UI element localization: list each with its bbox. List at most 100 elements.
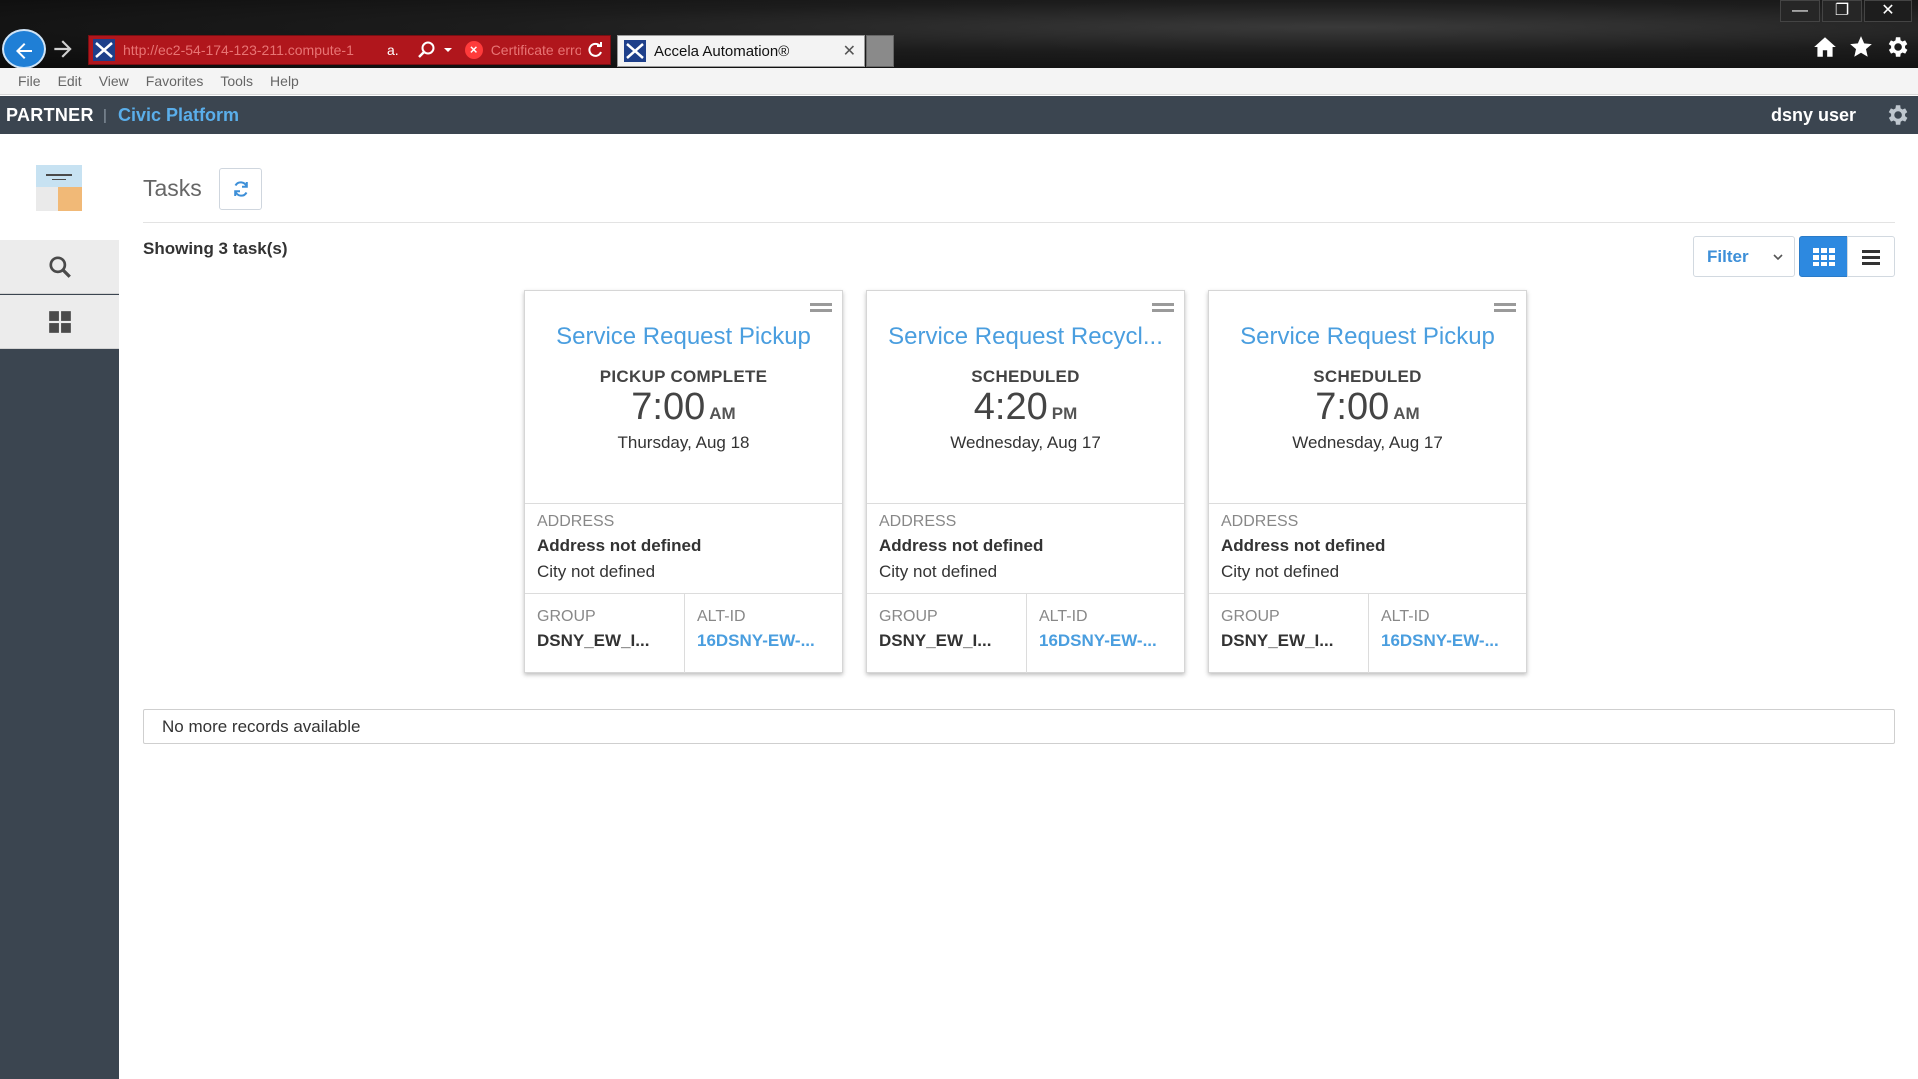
certificate-error-text[interactable]: Certificate error bbox=[491, 42, 581, 58]
card-column-divider bbox=[1026, 593, 1027, 673]
accela-favicon-icon bbox=[93, 39, 115, 61]
arrow-left-icon bbox=[16, 43, 32, 59]
refresh-icon bbox=[233, 181, 248, 197]
card-address: Address not defined bbox=[879, 536, 1044, 555]
window-controls: — ❐ ✕ bbox=[1780, 0, 1912, 24]
chevron-down-icon[interactable] bbox=[441, 43, 455, 57]
user-menu[interactable]: dsny user bbox=[1771, 105, 1856, 126]
sidebar-search-button[interactable] bbox=[0, 240, 119, 294]
card-menu-icon[interactable] bbox=[1152, 303, 1174, 313]
sidebar-apps-button[interactable] bbox=[0, 295, 119, 349]
card-status: PICKUP COMPLETE bbox=[599, 367, 768, 386]
card-city: City not defined bbox=[537, 562, 656, 581]
title-divider bbox=[143, 222, 1895, 223]
card-group: DSNY_EW_I... bbox=[879, 631, 992, 650]
search-icon[interactable] bbox=[417, 40, 437, 60]
task-card[interactable]: Service Request Pickup PICKUP COMPLETE 7… bbox=[524, 290, 843, 673]
card-time: 7:00 AM bbox=[525, 386, 842, 429]
card-group: DSNY_EW_I... bbox=[537, 631, 650, 650]
card-time-value: 7:00 bbox=[631, 386, 706, 428]
sidebar bbox=[0, 134, 119, 1079]
grid-view-toggle[interactable] bbox=[1799, 236, 1848, 277]
card-menu-icon[interactable] bbox=[1494, 303, 1516, 313]
menu-view[interactable]: View bbox=[99, 73, 129, 89]
browser-toolbar-icons bbox=[1812, 34, 1910, 60]
card-address-label: ADDRESS bbox=[1221, 513, 1299, 530]
card-address-label: ADDRESS bbox=[879, 513, 957, 530]
card-address-label: ADDRESS bbox=[537, 513, 615, 530]
forward-button[interactable] bbox=[50, 36, 80, 62]
grid-icon bbox=[48, 310, 71, 333]
gear-icon[interactable] bbox=[1884, 34, 1910, 60]
card-time-ampm: AM bbox=[709, 404, 736, 423]
card-alt-id-label: ALT-ID bbox=[697, 608, 746, 625]
grid-view-icon bbox=[1812, 247, 1835, 266]
tab-close-icon[interactable]: ✕ bbox=[843, 41, 856, 61]
tasks-app-logo-icon[interactable] bbox=[36, 165, 82, 211]
card-date: Thursday, Aug 18 bbox=[617, 433, 750, 452]
card-address: Address not defined bbox=[537, 536, 702, 555]
home-icon[interactable] bbox=[1812, 34, 1838, 60]
restore-button[interactable]: ❐ bbox=[1822, 0, 1862, 22]
sidebar-logo-area bbox=[0, 134, 119, 240]
card-title[interactable]: Service Request Recycl... bbox=[877, 323, 1174, 351]
card-alt-id-label: ALT-ID bbox=[1039, 608, 1088, 625]
menu-file[interactable]: File bbox=[18, 73, 41, 89]
app-header: PARTNER | Civic Platform dsny user bbox=[0, 96, 1918, 134]
menu-tools[interactable]: Tools bbox=[220, 73, 253, 89]
task-card[interactable]: Service Request Recycl... SCHEDULED 4:20… bbox=[866, 290, 1185, 673]
card-group-label: GROUP bbox=[879, 608, 938, 625]
menu-edit[interactable]: Edit bbox=[58, 73, 82, 89]
card-status: SCHEDULED bbox=[1313, 367, 1422, 386]
brand-separator: | bbox=[103, 107, 107, 124]
refresh-tasks-button[interactable] bbox=[219, 168, 262, 210]
results-count: Showing 3 task(s) bbox=[143, 239, 288, 258]
no-more-records-message: No more records available bbox=[143, 709, 1895, 744]
card-group-label: GROUP bbox=[1221, 608, 1280, 625]
card-group: DSNY_EW_I... bbox=[1221, 631, 1334, 650]
card-status: SCHEDULED bbox=[971, 367, 1080, 386]
card-divider bbox=[1209, 503, 1526, 504]
card-divider bbox=[867, 503, 1184, 504]
minimize-button[interactable]: — bbox=[1780, 0, 1820, 22]
task-card[interactable]: Service Request Pickup SCHEDULED 7:00 AM … bbox=[1208, 290, 1527, 673]
brand-label: PARTNER bbox=[6, 105, 94, 125]
card-time-value: 7:00 bbox=[1315, 386, 1390, 428]
card-address: Address not defined bbox=[1221, 536, 1386, 555]
page-title: Tasks bbox=[143, 175, 202, 201]
product-name[interactable]: Civic Platform bbox=[118, 105, 239, 126]
settings-gear-icon[interactable] bbox=[1884, 102, 1910, 128]
certificate-error-icon[interactable]: × bbox=[464, 41, 483, 59]
browser-titlebar: — ❐ ✕ http://ec2-54-174-123-211.compute-… bbox=[0, 0, 1918, 69]
chevron-down-icon bbox=[1773, 254, 1783, 261]
list-view-icon bbox=[1862, 249, 1880, 265]
search-icon bbox=[48, 255, 71, 278]
filter-dropdown[interactable]: Filter bbox=[1693, 236, 1795, 277]
card-alt-id-link[interactable]: 16DSNY-EW-... bbox=[697, 631, 815, 651]
card-title[interactable]: Service Request Pickup bbox=[1219, 323, 1516, 351]
task-cards: Service Request Pickup PICKUP COMPLETE 7… bbox=[524, 290, 1528, 673]
star-icon[interactable] bbox=[1848, 34, 1874, 60]
menu-favorites[interactable]: Favorites bbox=[146, 73, 204, 89]
card-alt-id-link[interactable]: 16DSNY-EW-... bbox=[1381, 631, 1499, 651]
card-column-divider bbox=[684, 593, 685, 673]
card-time: 4:20 PM bbox=[867, 386, 1184, 429]
address-bar[interactable]: http://ec2-54-174-123-211.compute-1 a. ×… bbox=[88, 35, 611, 65]
accela-favicon-icon bbox=[624, 40, 646, 62]
browser-tab-active[interactable]: Accela Automation® ✕ bbox=[617, 35, 865, 67]
card-alt-id-link[interactable]: 16DSNY-EW-... bbox=[1039, 631, 1157, 651]
card-time-value: 4:20 bbox=[973, 386, 1048, 428]
card-title[interactable]: Service Request Pickup bbox=[535, 323, 832, 351]
new-tab-button[interactable] bbox=[866, 35, 894, 67]
card-divider bbox=[525, 503, 842, 504]
card-group-label: GROUP bbox=[537, 608, 596, 625]
menu-help[interactable]: Help bbox=[270, 73, 299, 89]
address-suffix: a. bbox=[387, 42, 399, 58]
list-view-toggle[interactable] bbox=[1847, 236, 1895, 277]
address-url[interactable]: http://ec2-54-174-123-211.compute-1 bbox=[123, 42, 381, 58]
back-button[interactable] bbox=[2, 29, 46, 69]
card-menu-icon[interactable] bbox=[810, 303, 832, 313]
close-window-button[interactable]: ✕ bbox=[1864, 0, 1912, 22]
card-city: City not defined bbox=[1221, 562, 1340, 581]
refresh-icon[interactable] bbox=[585, 40, 605, 60]
